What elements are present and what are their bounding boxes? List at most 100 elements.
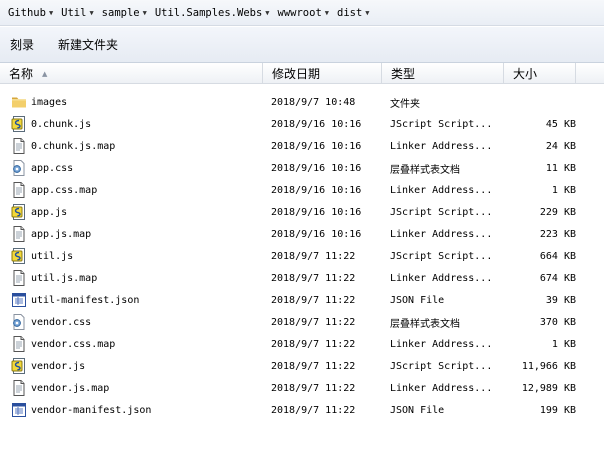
file-row[interactable]: util-manifest.json 2018/9/7 11:22 JSON Fil… xyxy=(0,289,604,311)
breadcrumb-item-dist[interactable]: dist ▼ xyxy=(335,7,376,19)
file-row[interactable]: vendor.js.map 2018/9/7 11:22 Linker Addres… xyxy=(0,377,604,399)
file-name: 0.chunk.js.map xyxy=(31,140,116,152)
file-row[interactable]: vendor-manifest.json 2018/9/7 11:22 JSON F… xyxy=(0,399,604,421)
file-row[interactable]: util.js.map 2018/9/7 11:22 Linker Address.… xyxy=(0,267,604,289)
file-name: vendor-manifest.json xyxy=(31,404,152,416)
command-bar: 刻录 新建文件夹 xyxy=(0,27,604,63)
breadcrumb-label: sample xyxy=(101,6,140,19)
file-row[interactable]: util.js 2018/9/7 11:22 JScript Script... 66… xyxy=(0,245,604,267)
chevron-down-icon[interactable]: ▼ xyxy=(143,9,147,17)
file-date: 2018/9/7 10:48 xyxy=(271,96,356,108)
column-header-type[interactable]: 类型 xyxy=(382,63,504,84)
column-header-size[interactable]: 大小 xyxy=(504,63,576,84)
file-date: 2018/9/7 11:22 xyxy=(271,294,356,306)
file-date: 2018/9/16 10:16 xyxy=(271,206,362,218)
file-name: 0.chunk.js xyxy=(31,118,92,130)
json-file-icon xyxy=(11,292,27,308)
breadcrumb-label: Github xyxy=(8,6,46,19)
file-name-cell: app.css xyxy=(0,160,263,176)
file-type: JScript Script... xyxy=(390,250,493,262)
file-row[interactable]: 0.chunk.js 2018/9/16 10:16 JScript Script.… xyxy=(0,113,604,135)
file-type: 文件夹 xyxy=(390,98,420,110)
file-date: 2018/9/7 11:22 xyxy=(271,250,356,262)
file-row[interactable]: vendor.css.map 2018/9/7 11:22 Linker Addre… xyxy=(0,333,604,355)
map-file-icon xyxy=(11,226,27,242)
file-type: JScript Script... xyxy=(390,206,493,218)
file-type: JScript Script... xyxy=(390,118,493,130)
chevron-down-icon[interactable]: ▼ xyxy=(49,9,53,17)
file-name-cell: vendor.css.map xyxy=(0,336,263,352)
column-header-name[interactable]: 名称 ▲ xyxy=(0,63,263,84)
chevron-down-icon[interactable]: ▼ xyxy=(365,9,369,17)
file-row[interactable]: app.css.map 2018/9/16 10:16 Linker Address… xyxy=(0,179,604,201)
file-row[interactable]: 0.chunk.js.map 2018/9/16 10:16 Linker Addr… xyxy=(0,135,604,157)
file-row[interactable]: app.js.map 2018/9/16 10:16 Linker Address.… xyxy=(0,223,604,245)
file-date: 2018/9/7 11:22 xyxy=(271,316,356,328)
file-date: 2018/9/16 10:16 xyxy=(271,140,362,152)
file-name-cell: vendor.js.map xyxy=(0,380,263,396)
file-date: 2018/9/16 10:16 xyxy=(271,184,362,196)
file-type: JSON File xyxy=(390,294,445,306)
file-name: vendor.css xyxy=(31,316,92,328)
file-row[interactable]: vendor.js 2018/9/7 11:22 JScript Script...… xyxy=(0,355,604,377)
css-file-icon xyxy=(11,160,27,176)
file-name-cell: app.js.map xyxy=(0,226,263,242)
map-file-icon xyxy=(11,182,27,198)
file-type: Linker Address... xyxy=(390,184,493,196)
jscript-file-icon xyxy=(11,204,27,220)
file-name-cell: vendor.js xyxy=(0,358,263,374)
column-header-date[interactable]: 修改日期 xyxy=(263,63,382,84)
file-name: util.js.map xyxy=(31,272,98,284)
breadcrumb-item-github[interactable]: Github ▼ xyxy=(6,7,59,19)
file-type: 层叠样式表文档 xyxy=(390,164,460,176)
chevron-down-icon[interactable]: ▼ xyxy=(265,9,269,17)
file-size: 12,989 KB xyxy=(521,382,576,394)
file-size: 1 KB xyxy=(551,338,576,350)
file-name: util-manifest.json xyxy=(31,294,140,306)
breadcrumb-label: Util xyxy=(61,6,87,19)
file-size: 45 KB xyxy=(545,118,576,130)
file-size: 674 KB xyxy=(539,272,576,284)
file-date: 2018/9/16 10:16 xyxy=(271,228,362,240)
file-size: 370 KB xyxy=(539,316,576,328)
map-file-icon xyxy=(11,270,27,286)
jscript-file-icon xyxy=(11,248,27,264)
file-size: 1 KB xyxy=(551,184,576,196)
file-size: 229 KB xyxy=(539,206,576,218)
jscript-file-icon xyxy=(11,116,27,132)
file-row[interactable]: app.css 2018/9/16 10:16 层叠样式表文档 11 KB xyxy=(0,157,604,179)
file-row[interactable]: app.js 2018/9/16 10:16 JScript Script... 22… xyxy=(0,201,604,223)
chevron-down-icon[interactable]: ▼ xyxy=(89,9,93,17)
file-name: app.css.map xyxy=(31,184,98,196)
file-name-cell: util-manifest.json xyxy=(0,292,263,308)
map-file-icon xyxy=(11,336,27,352)
file-name: vendor.css.map xyxy=(31,338,116,350)
file-type: Linker Address... xyxy=(390,382,493,394)
folder-icon xyxy=(11,94,27,110)
file-date: 2018/9/7 11:22 xyxy=(271,360,356,372)
breadcrumb-label: dist xyxy=(337,6,363,19)
chevron-down-icon[interactable]: ▼ xyxy=(325,9,329,17)
breadcrumb-item-sample[interactable]: sample ▼ xyxy=(100,7,153,19)
file-date: 2018/9/7 11:22 xyxy=(271,382,356,394)
breadcrumb-item-util[interactable]: Util ▼ xyxy=(59,7,100,19)
new-folder-button[interactable]: 新建文件夹 xyxy=(56,33,120,56)
file-name-cell: images xyxy=(0,94,263,110)
file-size: 24 KB xyxy=(545,140,576,152)
breadcrumb-item-wwwroot[interactable]: wwwroot ▼ xyxy=(276,7,335,19)
file-date: 2018/9/7 11:22 xyxy=(271,404,356,416)
file-name-cell: 0.chunk.js.map xyxy=(0,138,263,154)
jscript-file-icon xyxy=(11,358,27,374)
file-type: Linker Address... xyxy=(390,272,493,284)
file-name: vendor.js.map xyxy=(31,382,110,394)
column-header-label: 类型 xyxy=(391,67,416,81)
file-name-cell: util.js.map xyxy=(0,270,263,286)
burn-button[interactable]: 刻录 xyxy=(8,33,36,56)
file-row[interactable]: vendor.css 2018/9/7 11:22 层叠样式表文档 370 KB xyxy=(0,311,604,333)
breadcrumb-label: Util.Samples.Webs xyxy=(154,6,263,19)
file-size: 39 KB xyxy=(545,294,576,306)
breadcrumb-label: wwwroot xyxy=(277,6,322,19)
breadcrumb-item-util-samples-webs[interactable]: Util.Samples.Webs ▼ xyxy=(153,7,276,19)
file-name-cell: app.js xyxy=(0,204,263,220)
file-row[interactable]: images 2018/9/7 10:48 文件夹 xyxy=(0,91,604,113)
